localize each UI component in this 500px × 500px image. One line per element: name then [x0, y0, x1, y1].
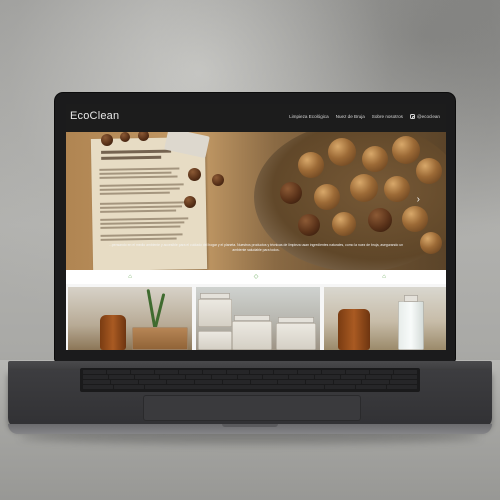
plant-image: [153, 293, 166, 329]
carousel-next-arrow[interactable]: ›: [417, 194, 420, 205]
soapnut: [298, 214, 320, 236]
soapnut: [188, 168, 201, 181]
keyboard[interactable]: [80, 368, 420, 392]
nav-link-limpieza[interactable]: Limpieza Ecológica: [289, 114, 329, 119]
instagram-handle: @ecoclean: [416, 114, 440, 119]
soapnut: [184, 196, 196, 208]
nav-link-sobre[interactable]: Sobre nosotros: [372, 114, 403, 119]
drop-icon: ◇: [253, 274, 259, 280]
jar-image: [198, 299, 232, 327]
soapnut: [280, 182, 302, 204]
nav-link-nuez[interactable]: Nuez de Bruja: [336, 114, 365, 119]
soapnut: [298, 152, 324, 178]
jar-image: [276, 323, 316, 350]
soapnut: [402, 206, 428, 232]
instagram-link[interactable]: @ecoclean: [409, 114, 440, 120]
glass-bottle-image: [398, 301, 424, 350]
jar-image: [232, 321, 272, 350]
soapnut: [368, 208, 392, 232]
soapnut: [314, 184, 340, 210]
laptop-screen: EcoClean Limpieza Ecológica Nuez de Bruj…: [66, 104, 446, 350]
instagram-icon: [409, 114, 416, 120]
feature-strip: ⌂ ◇ ⌂: [66, 270, 446, 284]
soapnut: [416, 158, 442, 184]
soapnut: [392, 136, 420, 164]
pot-image: [132, 327, 188, 350]
trackpad[interactable]: [143, 395, 361, 421]
main-nav: Limpieza Ecológica Nuez de Bruja Sobre n…: [289, 114, 440, 120]
leaf-icon: ⌂: [128, 274, 132, 280]
soapnut: [120, 132, 130, 142]
hero-caption: ...pensando en el medio ambiente y acces…: [108, 243, 404, 252]
product-card[interactable]: [196, 287, 320, 350]
soapnut: [101, 134, 113, 146]
product-card[interactable]: [324, 287, 446, 350]
soapnut: [212, 174, 224, 186]
amber-jug-image: [100, 315, 126, 350]
site-header: EcoClean Limpieza Ecológica Nuez de Bruj…: [66, 104, 446, 132]
jar-image: [198, 331, 232, 350]
amber-jug-image: [338, 309, 370, 350]
site-logo[interactable]: EcoClean: [70, 110, 119, 122]
soapnut: [350, 174, 378, 202]
bottle-cap-image: [404, 295, 418, 302]
soapnut: [328, 138, 356, 166]
laptop-notch: [222, 424, 278, 427]
product-card[interactable]: [68, 287, 192, 350]
hero-carousel: › ...pensando en el medio ambiente y acc…: [66, 132, 446, 270]
soapnut: [362, 146, 388, 172]
soapnut: [332, 212, 356, 236]
soapnut: [384, 176, 410, 202]
product-cards: [66, 284, 446, 350]
leaf-icon: ⌂: [382, 274, 386, 280]
